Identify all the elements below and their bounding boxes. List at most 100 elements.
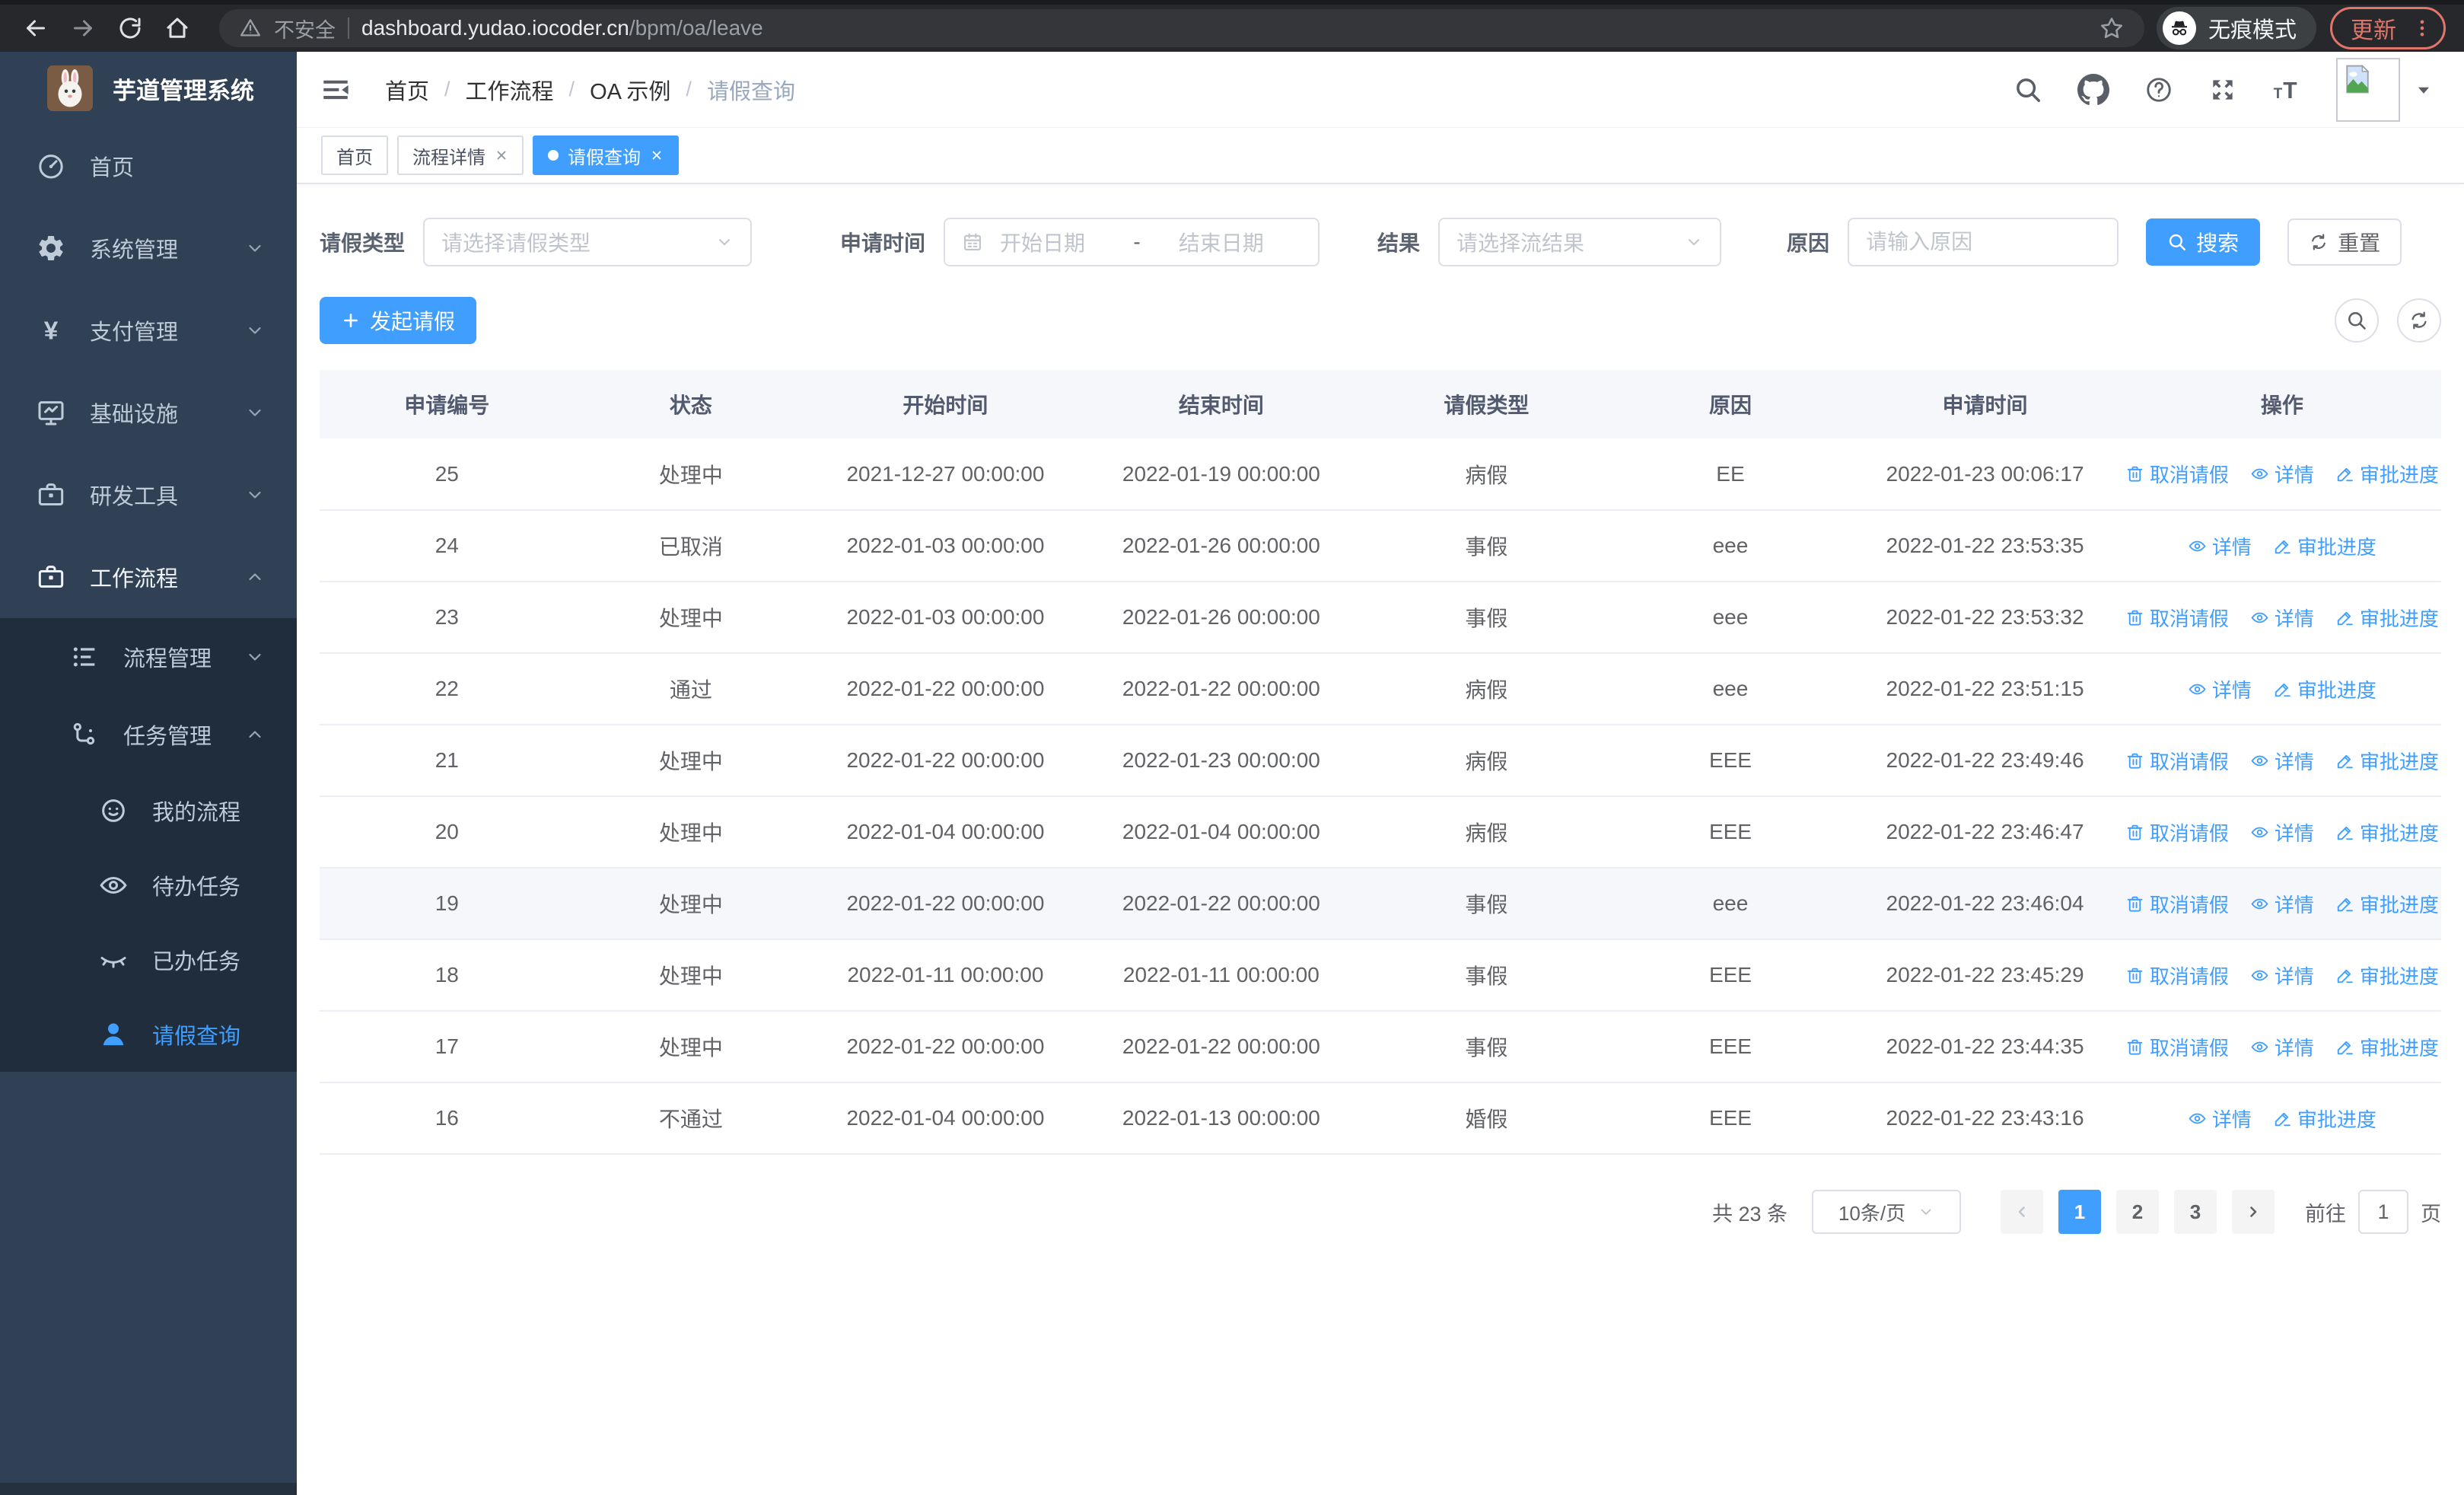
table-refresh-button[interactable] [2397, 298, 2441, 343]
sidebar-item-home[interactable]: 首页 [0, 125, 297, 207]
action-progress-link[interactable]: 审批进度 [2273, 1105, 2376, 1133]
sidebar-item-my-process[interactable]: 我的流程 [0, 773, 297, 848]
action-progress-link[interactable]: 审批进度 [2335, 961, 2439, 990]
caret-down-icon[interactable] [2414, 80, 2434, 100]
action-progress-link[interactable]: 审批进度 [2273, 532, 2376, 560]
action-detail-link[interactable]: 详情 [2188, 1105, 2252, 1133]
cell-type: 病假 [1359, 653, 1614, 725]
page-size-select[interactable]: 10条/页 [1812, 1190, 1961, 1234]
sidebar-item-done-tasks[interactable]: 已办任务 [0, 923, 297, 997]
font-size-icon[interactable]: TT [2272, 75, 2301, 104]
help-icon[interactable] [2144, 75, 2173, 104]
breadcrumb-item[interactable]: 工作流程 [466, 74, 554, 106]
action-detail-link[interactable]: 详情 [2250, 604, 2314, 632]
action-detail-link[interactable]: 详情 [2250, 890, 2314, 918]
action-cancel-link[interactable]: 取消请假 [2125, 818, 2229, 846]
sidebar-item-label: 首页 [90, 156, 135, 180]
close-icon[interactable] [650, 148, 664, 162]
reset-button[interactable]: 重置 [2287, 218, 2402, 266]
action-detail-link[interactable]: 详情 [2250, 1033, 2314, 1061]
action-detail-link[interactable]: 详情 [2250, 961, 2314, 990]
page-button-3[interactable]: 3 [2174, 1190, 2217, 1234]
tab-home[interactable]: 首页 [321, 135, 388, 175]
action-cancel-link[interactable]: 取消请假 [2125, 747, 2229, 775]
sidebar-collapse-button[interactable] [320, 74, 352, 106]
trash-icon [2125, 823, 2144, 842]
browser-reload-button[interactable] [113, 11, 148, 46]
reason-input[interactable] [1866, 230, 2101, 254]
sidebar-item-infra[interactable]: 基础设施 [0, 371, 297, 454]
action-progress-link[interactable]: 审批进度 [2335, 460, 2439, 488]
tab-leave-query[interactable]: 请假查询 [533, 135, 679, 175]
leave-table: 申请编号 状态 开始时间 结束时间 请假类型 原因 申请时间 操作 25 处理中 2021-12-… [320, 370, 2441, 1155]
github-icon[interactable] [2077, 73, 2109, 106]
create-leave-button[interactable]: 发起请假 [320, 297, 477, 344]
pen-icon [2335, 464, 2354, 483]
action-cancel-link[interactable]: 取消请假 [2125, 961, 2229, 990]
bookmark-star-icon[interactable] [2099, 15, 2125, 41]
leave-type-select[interactable]: 请选择请假类型 [423, 218, 753, 266]
action-detail-link[interactable]: 详情 [2250, 460, 2314, 488]
action-progress-link[interactable]: 审批进度 [2335, 818, 2439, 846]
forward-icon [69, 14, 97, 42]
app: 芋道管理系统 首页 系统管理 ¥ 支付管理 基础设施 研发工具 工作流程 流程管理 任务管理 我的… [0, 52, 2464, 1495]
search-button[interactable]: 搜索 [2146, 218, 2261, 266]
goto-page-input[interactable] [2358, 1190, 2408, 1234]
app-logo[interactable]: 芋道管理系统 [0, 52, 297, 125]
action-detail-link[interactable]: 详情 [2250, 747, 2314, 775]
action-cancel-link[interactable]: 取消请假 [2125, 460, 2229, 488]
address-bar[interactable]: 不安全 dashboard.yudao.iocoder.cn/bpm/oa/le… [219, 9, 2144, 47]
cell-id: 23 [320, 582, 575, 654]
action-detail-link[interactable]: 详情 [2188, 675, 2252, 703]
action-progress-link[interactable]: 审批进度 [2335, 1033, 2439, 1061]
close-icon[interactable] [495, 148, 508, 162]
apply-time-range-picker[interactable]: 开始日期 - 结束日期 [944, 218, 1320, 266]
action-cancel-link[interactable]: 取消请假 [2125, 604, 2229, 632]
cell-status: 处理中 [574, 725, 808, 797]
sidebar-item-payment[interactable]: ¥ 支付管理 [0, 289, 297, 371]
action-detail-link[interactable]: 详情 [2188, 532, 2252, 560]
header-search-icon[interactable] [2014, 75, 2042, 104]
sidebar-item-leave-query[interactable]: 请假查询 [0, 997, 297, 1072]
sidebar-item-workflow[interactable]: 工作流程 [0, 536, 297, 618]
browser-back-button[interactable] [18, 11, 53, 46]
action-cancel-link[interactable]: 取消请假 [2125, 1033, 2229, 1061]
result-select[interactable]: 请选择流结果 [1438, 218, 1722, 266]
cell-status: 处理中 [574, 939, 808, 1012]
action-progress-link[interactable]: 审批进度 [2335, 890, 2439, 918]
monitor-icon [33, 397, 68, 428]
action-progress-link[interactable]: 审批进度 [2335, 747, 2439, 775]
cell-end: 2022-01-13 00:00:00 [1083, 1082, 1360, 1155]
sidebar-item-task-mgmt[interactable]: 任务管理 [0, 696, 297, 773]
cell-id: 19 [320, 868, 575, 940]
sidebar-item-system[interactable]: 系统管理 [0, 207, 297, 289]
page-button-2[interactable]: 2 [2116, 1190, 2159, 1234]
action-progress-link[interactable]: 审批进度 [2273, 675, 2376, 703]
chevron-down-icon [1685, 233, 1703, 251]
action-cancel-link[interactable]: 取消请假 [2125, 890, 2229, 918]
breadcrumb-item[interactable]: 首页 [385, 74, 429, 106]
user-avatar[interactable] [2336, 57, 2434, 122]
security-label[interactable]: 不安全 [274, 14, 336, 43]
url-text[interactable]: dashboard.yudao.iocoder.cn/bpm/oa/leave [361, 16, 763, 40]
action-progress-link[interactable]: 审批进度 [2335, 604, 2439, 632]
avatar[interactable] [2336, 57, 2400, 122]
kebab-menu-icon[interactable] [2411, 18, 2433, 39]
table-search-toggle-button[interactable] [2335, 298, 2379, 343]
submenu-task-mgmt: 我的流程 待办任务 已办任务 请假查询 [0, 773, 297, 1072]
sidebar-item-devtools[interactable]: 研发工具 [0, 454, 297, 536]
sidebar-item-process-mgmt[interactable]: 流程管理 [0, 618, 297, 696]
next-page-button[interactable] [2232, 1190, 2275, 1234]
browser-home-button[interactable] [160, 11, 195, 46]
fullscreen-icon[interactable] [2208, 75, 2237, 104]
tab-process-detail[interactable]: 流程详情 [397, 135, 524, 175]
page-button-1[interactable]: 1 [2058, 1190, 2101, 1234]
pen-icon [2273, 680, 2292, 699]
sidebar-item-todo-tasks[interactable]: 待办任务 [0, 848, 297, 923]
cell-type: 病假 [1359, 725, 1614, 797]
action-detail-link[interactable]: 详情 [2250, 818, 2314, 846]
prev-page-button[interactable] [2001, 1190, 2043, 1234]
browser-update-button[interactable]: 更新 [2330, 7, 2446, 49]
breadcrumb-item[interactable]: OA 示例 [590, 74, 670, 106]
browser-forward-button[interactable] [65, 11, 100, 46]
